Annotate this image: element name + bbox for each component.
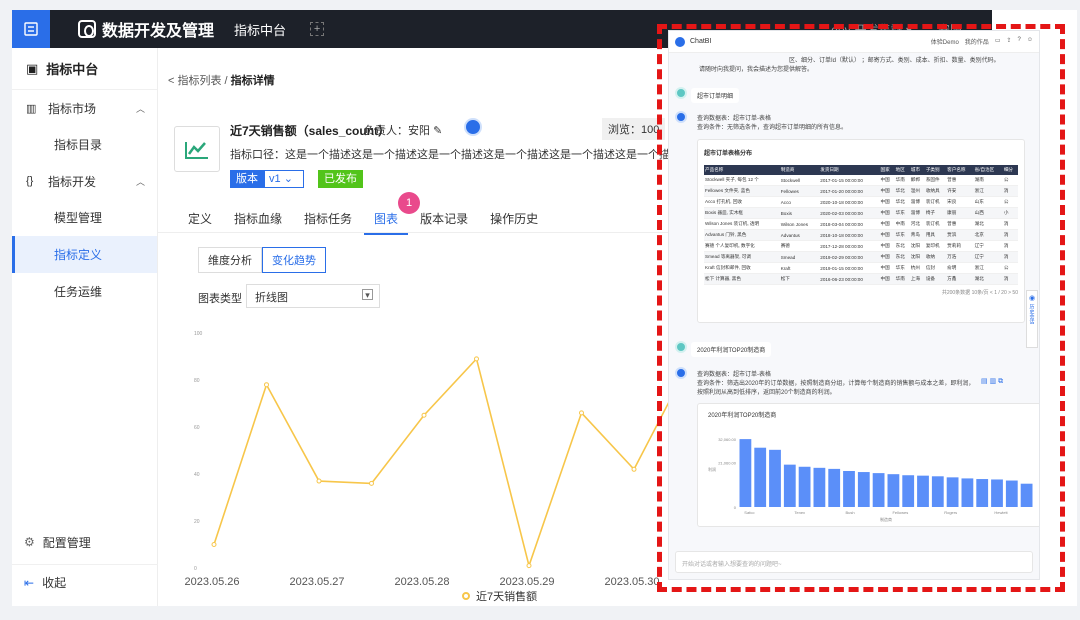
menu-icon (24, 22, 38, 36)
config-button[interactable]: ⚙ 配置管理 (12, 524, 158, 560)
series-line (213, 357, 674, 569)
sidebar-item-catalog[interactable]: 指标目录 (12, 126, 157, 163)
data-point (421, 412, 427, 418)
y-tick-label: 0 (194, 566, 197, 572)
sidebar-group-dev[interactable]: {} 指标开发 ︿ (12, 163, 157, 199)
sidebar-item-definition[interactable]: 指标定义 (12, 236, 157, 273)
legend-label: 近7天销售额 (476, 591, 538, 603)
x-tick-label: 2023.05.27 (289, 576, 344, 588)
map-icon: ▥ (26, 102, 37, 115)
chevron-up-icon: ︿ (135, 176, 145, 187)
edit-icon[interactable]: ✎ (433, 125, 442, 137)
metric-type-icon (174, 126, 220, 172)
y-tick-label: 60 (194, 425, 200, 431)
add-tab-button[interactable]: + (310, 22, 325, 36)
sidebar-header: ▣ 指标中台 (12, 48, 157, 90)
data-point (316, 478, 322, 484)
chart-legend[interactable]: 近7天销售额 (462, 588, 537, 604)
sidebar-group-market[interactable]: ▥ 指标市场 ︿ (12, 90, 157, 126)
breadcrumb-current: 指标详情 (230, 75, 275, 87)
module-name[interactable]: 指标中台 (234, 20, 286, 39)
x-tick-label: 2023.05.30 (604, 576, 659, 588)
chevron-down-icon: ⌄ (283, 173, 293, 185)
x-tick-label: 2023.05.26 (184, 576, 239, 588)
legend-marker (462, 592, 470, 600)
brand-name: 数据开发及管理 (102, 23, 215, 40)
subtab-trend[interactable]: 变化趋势 (262, 247, 326, 273)
data-point (264, 382, 269, 388)
metric-center-icon: ▣ (26, 60, 39, 76)
trend-line-chart: 0 20 40 60 80 100 2023.05.26 2023.05.27 2023.05.… (184, 331, 674, 588)
version-label: 版本 (230, 170, 264, 188)
collapse-button[interactable]: ⇤ 收起 (12, 564, 158, 600)
sidebar-title: 指标中台 (46, 62, 99, 77)
chevron-up-icon: ︿ (135, 103, 145, 114)
version-select[interactable]: v1 ⌄ (264, 170, 304, 188)
subtab-dimension[interactable]: 维度分析 (198, 247, 262, 273)
data-point (369, 480, 374, 486)
logo-icon (78, 20, 96, 38)
dropdown-icon: ▾ (362, 289, 373, 300)
y-tick-label: 40 (194, 472, 200, 478)
chart-subtabs: 维度分析 变化趋势 (198, 247, 326, 273)
y-tick-label: 80 (194, 378, 200, 384)
sidebar-group-label: 指标市场 (48, 101, 97, 116)
version-control: 版本 v1 ⌄ 已发布 (230, 170, 363, 188)
metric-description: 指标口径：这是一个描述这是一个描述这是一个描述这是一个描述这是一个描述这是一个描… (230, 149, 680, 161)
code-braces-icon: {} (26, 175, 34, 187)
menu-button[interactable] (12, 10, 50, 48)
x-tick-label: 2023.05.29 (499, 576, 554, 588)
data-point (526, 563, 532, 569)
breadcrumb-back-link[interactable]: < 指标列表 (168, 75, 221, 87)
sidebar: ▣ 指标中台 ▥ 指标市场 ︿ 指标目录 {} 指标开发 ︿ 模型管理 指标定义… (12, 48, 158, 606)
data-point (579, 410, 584, 416)
sidebar-item-ops[interactable]: 任务运维 (12, 273, 157, 310)
breadcrumb: < 指标列表 / 指标详情 (168, 75, 275, 87)
views-count: 浏览：100 (602, 118, 666, 140)
gear-icon: ⚙ (24, 535, 35, 549)
y-tick-label: 20 (194, 519, 200, 525)
metric-owner: 负责人：安阳 ✎ (364, 125, 443, 137)
x-tick-label: 2023.05.28 (394, 576, 449, 588)
chart-type-select[interactable]: 折线图 ▾ (246, 284, 380, 308)
brand-logo[interactable]: 数据开发及管理 (78, 17, 214, 41)
data-point (631, 466, 637, 472)
highlight-dashed-frame (657, 24, 1065, 592)
chart-type-label: 图表类型 (198, 293, 242, 305)
status-badge: 已发布 (318, 170, 363, 188)
collapse-icon: ⇤ (24, 575, 35, 590)
avatar[interactable] (464, 118, 482, 136)
data-point (474, 356, 479, 362)
data-point (211, 542, 217, 547)
sidebar-item-model[interactable]: 模型管理 (12, 199, 157, 236)
y-tick-label: 100 (194, 331, 203, 337)
sidebar-group-label: 指标开发 (48, 174, 97, 189)
